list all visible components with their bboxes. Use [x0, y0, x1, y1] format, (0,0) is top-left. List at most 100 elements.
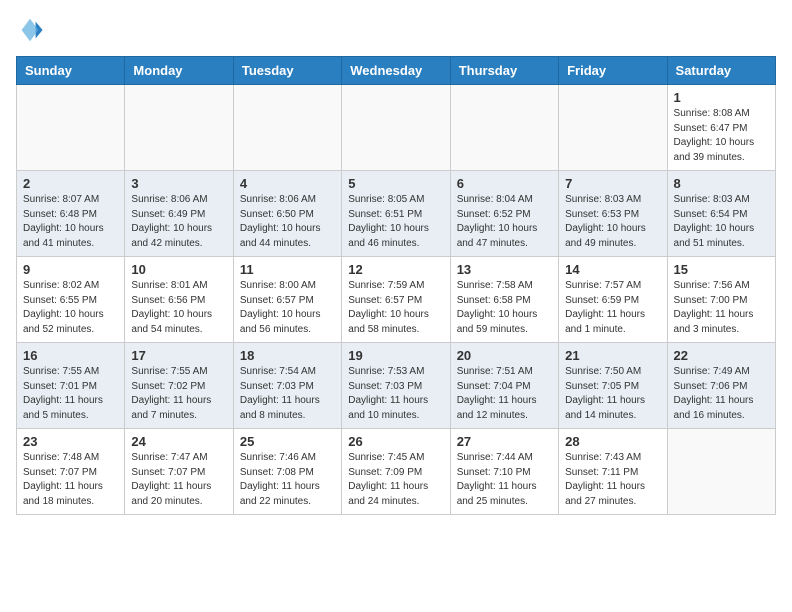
- calendar-cell: 11 Sunrise: 8:00 AM Sunset: 6:57 PM Dayli…: [233, 257, 341, 343]
- calendar-cell: [450, 85, 558, 171]
- day-info: Sunrise: 7:53 AM Sunset: 7:03 PM Dayligh…: [348, 365, 443, 423]
- day-number: 16: [23, 348, 118, 363]
- day-number: 6: [457, 176, 552, 191]
- calendar-cell: [559, 85, 667, 171]
- calendar-cell: 9 Sunrise: 8:02 AM Sunset: 6:55 PM Daylig…: [17, 257, 125, 343]
- day-number: 18: [240, 348, 335, 363]
- calendar-cell: 10 Sunrise: 8:01 AM Sunset: 6:56 PM Dayli…: [125, 257, 233, 343]
- day-number: 11: [240, 262, 335, 277]
- day-number: 28: [565, 434, 660, 449]
- calendar-cell: 8 Sunrise: 8:03 AM Sunset: 6:54 PM Daylig…: [667, 171, 775, 257]
- calendar-header-row: SundayMondayTuesdayWednesdayThursdayFrid…: [17, 57, 776, 85]
- day-info: Sunrise: 7:57 AM Sunset: 6:59 PM Dayligh…: [565, 279, 660, 337]
- col-header-saturday: Saturday: [667, 57, 775, 85]
- calendar-cell: [125, 85, 233, 171]
- day-number: 19: [348, 348, 443, 363]
- day-number: 15: [674, 262, 769, 277]
- day-info: Sunrise: 8:02 AM Sunset: 6:55 PM Dayligh…: [23, 279, 118, 337]
- day-number: 5: [348, 176, 443, 191]
- day-info: Sunrise: 7:59 AM Sunset: 6:57 PM Dayligh…: [348, 279, 443, 337]
- calendar-cell: 6 Sunrise: 8:04 AM Sunset: 6:52 PM Daylig…: [450, 171, 558, 257]
- day-number: 14: [565, 262, 660, 277]
- calendar-cell: 15 Sunrise: 7:56 AM Sunset: 7:00 PM Dayli…: [667, 257, 775, 343]
- col-header-sunday: Sunday: [17, 57, 125, 85]
- day-info: Sunrise: 7:58 AM Sunset: 6:58 PM Dayligh…: [457, 279, 552, 337]
- day-info: Sunrise: 8:06 AM Sunset: 6:50 PM Dayligh…: [240, 193, 335, 251]
- calendar-cell: 18 Sunrise: 7:54 AM Sunset: 7:03 PM Dayli…: [233, 343, 341, 429]
- day-info: Sunrise: 7:55 AM Sunset: 7:02 PM Dayligh…: [131, 365, 226, 423]
- calendar-cell: 7 Sunrise: 8:03 AM Sunset: 6:53 PM Daylig…: [559, 171, 667, 257]
- day-info: Sunrise: 7:47 AM Sunset: 7:07 PM Dayligh…: [131, 451, 226, 509]
- day-number: 22: [674, 348, 769, 363]
- day-number: 13: [457, 262, 552, 277]
- calendar-cell: 21Sunrise: 7:50 AM Sunset: 7:05 PM Dayli…: [559, 343, 667, 429]
- calendar-cell: 16 Sunrise: 7:55 AM Sunset: 7:01 PM Dayli…: [17, 343, 125, 429]
- calendar-cell: [342, 85, 450, 171]
- day-info: Sunrise: 8:00 AM Sunset: 6:57 PM Dayligh…: [240, 279, 335, 337]
- day-number: 23: [23, 434, 118, 449]
- day-number: 10: [131, 262, 226, 277]
- day-number: 8: [674, 176, 769, 191]
- day-info: Sunrise: 7:54 AM Sunset: 7:03 PM Dayligh…: [240, 365, 335, 423]
- col-header-tuesday: Tuesday: [233, 57, 341, 85]
- day-number: 3: [131, 176, 226, 191]
- logo: [16, 16, 48, 44]
- day-number: 24: [131, 434, 226, 449]
- day-info: Sunrise: 7:51 AM Sunset: 7:04 PM Dayligh…: [457, 365, 552, 423]
- day-info: Sunrise: 7:55 AM Sunset: 7:01 PM Dayligh…: [23, 365, 118, 423]
- logo-icon: [16, 16, 44, 44]
- calendar-week-row: 9 Sunrise: 8:02 AM Sunset: 6:55 PM Daylig…: [17, 257, 776, 343]
- day-info: Sunrise: 7:49 AM Sunset: 7:06 PM Dayligh…: [674, 365, 769, 423]
- calendar-cell: 19 Sunrise: 7:53 AM Sunset: 7:03 PM Dayli…: [342, 343, 450, 429]
- calendar-cell: 1Sunrise: 8:08 AM Sunset: 6:47 PM Daylig…: [667, 85, 775, 171]
- calendar-cell: 12 Sunrise: 7:59 AM Sunset: 6:57 PM Dayli…: [342, 257, 450, 343]
- calendar-cell: [17, 85, 125, 171]
- calendar-cell: 25Sunrise: 7:46 AM Sunset: 7:08 PM Dayli…: [233, 429, 341, 515]
- calendar-cell: [233, 85, 341, 171]
- calendar-cell: 23 Sunrise: 7:48 AM Sunset: 7:07 PM Dayli…: [17, 429, 125, 515]
- calendar-cell: 28 Sunrise: 7:43 AM Sunset: 7:11 PM Dayli…: [559, 429, 667, 515]
- day-info: Sunrise: 8:04 AM Sunset: 6:52 PM Dayligh…: [457, 193, 552, 251]
- day-number: 26: [348, 434, 443, 449]
- calendar-cell: [667, 429, 775, 515]
- day-info: Sunrise: 7:45 AM Sunset: 7:09 PM Dayligh…: [348, 451, 443, 509]
- day-number: 4: [240, 176, 335, 191]
- day-info: Sunrise: 7:48 AM Sunset: 7:07 PM Dayligh…: [23, 451, 118, 509]
- day-number: 20: [457, 348, 552, 363]
- calendar-cell: 27 Sunrise: 7:44 AM Sunset: 7:10 PM Dayli…: [450, 429, 558, 515]
- calendar-cell: 4 Sunrise: 8:06 AM Sunset: 6:50 PM Daylig…: [233, 171, 341, 257]
- page-header: [16, 16, 776, 44]
- calendar-cell: 2 Sunrise: 8:07 AM Sunset: 6:48 PM Daylig…: [17, 171, 125, 257]
- day-info: Sunrise: 8:07 AM Sunset: 6:48 PM Dayligh…: [23, 193, 118, 251]
- day-number: 9: [23, 262, 118, 277]
- day-info: Sunrise: 7:56 AM Sunset: 7:00 PM Dayligh…: [674, 279, 769, 337]
- calendar-cell: 17Sunrise: 7:55 AM Sunset: 7:02 PM Dayli…: [125, 343, 233, 429]
- day-info: Sunrise: 7:43 AM Sunset: 7:11 PM Dayligh…: [565, 451, 660, 509]
- day-number: 27: [457, 434, 552, 449]
- col-header-monday: Monday: [125, 57, 233, 85]
- col-header-wednesday: Wednesday: [342, 57, 450, 85]
- col-header-friday: Friday: [559, 57, 667, 85]
- calendar-week-row: 1Sunrise: 8:08 AM Sunset: 6:47 PM Daylig…: [17, 85, 776, 171]
- day-number: 7: [565, 176, 660, 191]
- day-info: Sunrise: 7:44 AM Sunset: 7:10 PM Dayligh…: [457, 451, 552, 509]
- day-number: 12: [348, 262, 443, 277]
- calendar-cell: 24 Sunrise: 7:47 AM Sunset: 7:07 PM Dayli…: [125, 429, 233, 515]
- calendar-cell: 14 Sunrise: 7:57 AM Sunset: 6:59 PM Dayli…: [559, 257, 667, 343]
- calendar-cell: 22 Sunrise: 7:49 AM Sunset: 7:06 PM Dayli…: [667, 343, 775, 429]
- day-info: Sunrise: 8:05 AM Sunset: 6:51 PM Dayligh…: [348, 193, 443, 251]
- day-info: Sunrise: 8:03 AM Sunset: 6:53 PM Dayligh…: [565, 193, 660, 251]
- day-info: Sunrise: 7:50 AM Sunset: 7:05 PM Dayligh…: [565, 365, 660, 423]
- calendar-cell: 26 Sunrise: 7:45 AM Sunset: 7:09 PM Dayli…: [342, 429, 450, 515]
- col-header-thursday: Thursday: [450, 57, 558, 85]
- calendar-table: SundayMondayTuesdayWednesdayThursdayFrid…: [16, 56, 776, 515]
- day-number: 2: [23, 176, 118, 191]
- calendar-cell: 5 Sunrise: 8:05 AM Sunset: 6:51 PM Daylig…: [342, 171, 450, 257]
- calendar-week-row: 23 Sunrise: 7:48 AM Sunset: 7:07 PM Dayli…: [17, 429, 776, 515]
- calendar-cell: 20 Sunrise: 7:51 AM Sunset: 7:04 PM Dayli…: [450, 343, 558, 429]
- day-info: Sunrise: 8:01 AM Sunset: 6:56 PM Dayligh…: [131, 279, 226, 337]
- day-info: Sunrise: 8:06 AM Sunset: 6:49 PM Dayligh…: [131, 193, 226, 251]
- day-info: Sunrise: 8:03 AM Sunset: 6:54 PM Dayligh…: [674, 193, 769, 251]
- calendar-week-row: 16 Sunrise: 7:55 AM Sunset: 7:01 PM Dayli…: [17, 343, 776, 429]
- day-info: Sunrise: 7:46 AM Sunset: 7:08 PM Dayligh…: [240, 451, 335, 509]
